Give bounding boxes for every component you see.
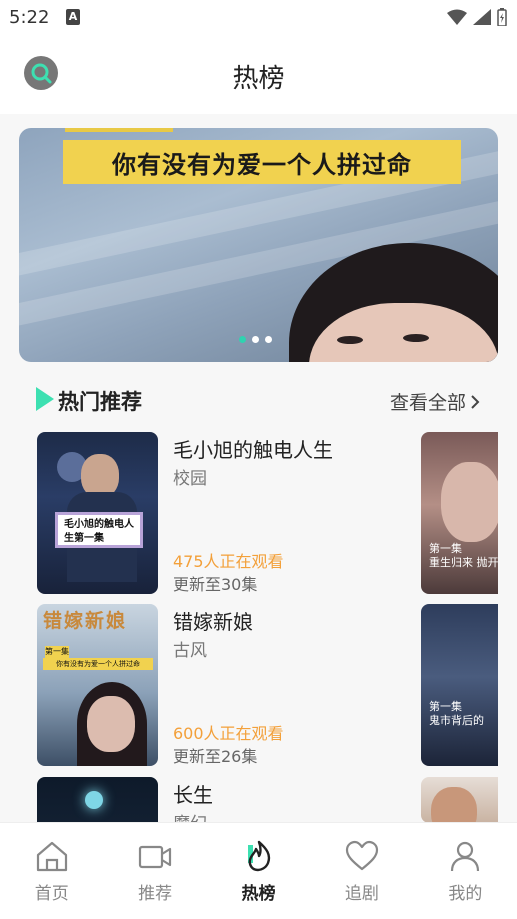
poster-figure-face (87, 696, 135, 752)
banner-figure-eye (403, 334, 429, 342)
poster-glow (85, 791, 103, 809)
carousel-dots[interactable] (239, 336, 272, 343)
item-title: 错嫁新娘 (173, 610, 253, 634)
signal-icon (473, 9, 491, 25)
app-header: 热榜 (0, 36, 517, 114)
item-watching-count: 475人正在观看 (173, 552, 284, 571)
item-update-status: 更新至26集 (173, 747, 258, 766)
side-card-face (431, 787, 477, 823)
tab-home[interactable]: 首页 (0, 823, 103, 919)
banner-carousel[interactable]: 你有没有为爱一个人拼过命 (19, 128, 498, 362)
tab-hot[interactable]: 热榜 (207, 823, 310, 919)
flame-icon (247, 840, 270, 872)
wifi-icon (447, 9, 467, 25)
tab-following-label: 追剧 (344, 884, 379, 904)
user-icon (451, 841, 480, 872)
tab-recommend-label: 推荐 (138, 884, 173, 904)
tab-profile-label: 我的 (448, 884, 483, 904)
tab-hot-label: 热榜 (241, 884, 276, 904)
section-title: 热门推荐 (58, 390, 142, 414)
item-title: 毛小旭的触电人生 (173, 438, 333, 462)
battery-icon (497, 8, 507, 26)
side-card-caption: 重生归来 抛开 (429, 556, 498, 569)
side-card[interactable] (421, 777, 498, 823)
section-header: 热门推荐 查看全部 (36, 384, 480, 416)
see-all-link[interactable]: 查看全部 (390, 388, 480, 415)
item-update-status: 更新至30集 (173, 575, 258, 594)
banner-figure-eye (337, 336, 363, 344)
list-item[interactable]: 毛小旭的触电人生第一集 毛小旭的触电人生 校园 475人正在观看 更新至30集 (37, 432, 417, 594)
list-item[interactable]: 错嫁新娘 第一集 你有没有为爱一个人拼过命 错嫁新娘 古风 600人正在观看 更… (37, 604, 417, 766)
poster-caption: 毛小旭的触电人生第一集 (55, 512, 143, 548)
poster-heading: 错嫁新娘 (43, 610, 128, 632)
carousel-dot[interactable] (239, 336, 246, 343)
item-tag: 古风 (173, 641, 207, 661)
home-icon (36, 841, 67, 872)
status-time: 5:22 (9, 7, 50, 28)
poster-episode: 第一集 (45, 646, 69, 658)
list-item[interactable]: 长生 魔幻 (37, 777, 417, 823)
tab-profile[interactable]: 我的 (414, 823, 517, 919)
item-watching-count: 600人正在观看 (173, 724, 284, 743)
side-card[interactable]: 第一集 重生归来 抛开 (421, 432, 498, 594)
see-all-label: 查看全部 (389, 392, 466, 414)
notification-a-icon: A (66, 9, 80, 25)
section-marker-icon (36, 387, 54, 411)
status-bar: 5:22 A (0, 0, 517, 36)
bottom-tab-bar: 首页 推荐 热榜 追剧 我的 (0, 822, 517, 919)
side-card[interactable]: 第一集 鬼市背后的 (421, 604, 498, 766)
item-tag: 校园 (173, 469, 207, 489)
poster-caption: 你有没有为爱一个人拼过命 (43, 658, 153, 670)
tab-recommend[interactable]: 推荐 (103, 823, 206, 919)
chevron-right-icon (471, 394, 480, 409)
side-card-face (441, 462, 498, 542)
tab-following[interactable]: 追剧 (310, 823, 413, 919)
tab-home-label: 首页 (34, 884, 69, 904)
banner-caption: 你有没有为爱一个人拼过命 (63, 140, 461, 184)
poster-image: 错嫁新娘 第一集 你有没有为爱一个人拼过命 (37, 604, 158, 766)
page-title: 热榜 (232, 64, 285, 94)
side-card-caption: 鬼市背后的 (429, 714, 484, 727)
heart-icon (345, 840, 379, 871)
item-title: 长生 (173, 783, 213, 807)
item-tag: 魔幻 (173, 809, 207, 823)
poster-image (37, 777, 158, 823)
poster-image: 毛小旭的触电人生第一集 (37, 432, 158, 594)
video-icon (139, 845, 172, 869)
carousel-dot[interactable] (265, 336, 272, 343)
banner-accent-bar (65, 128, 173, 132)
carousel-dot[interactable] (252, 336, 259, 343)
